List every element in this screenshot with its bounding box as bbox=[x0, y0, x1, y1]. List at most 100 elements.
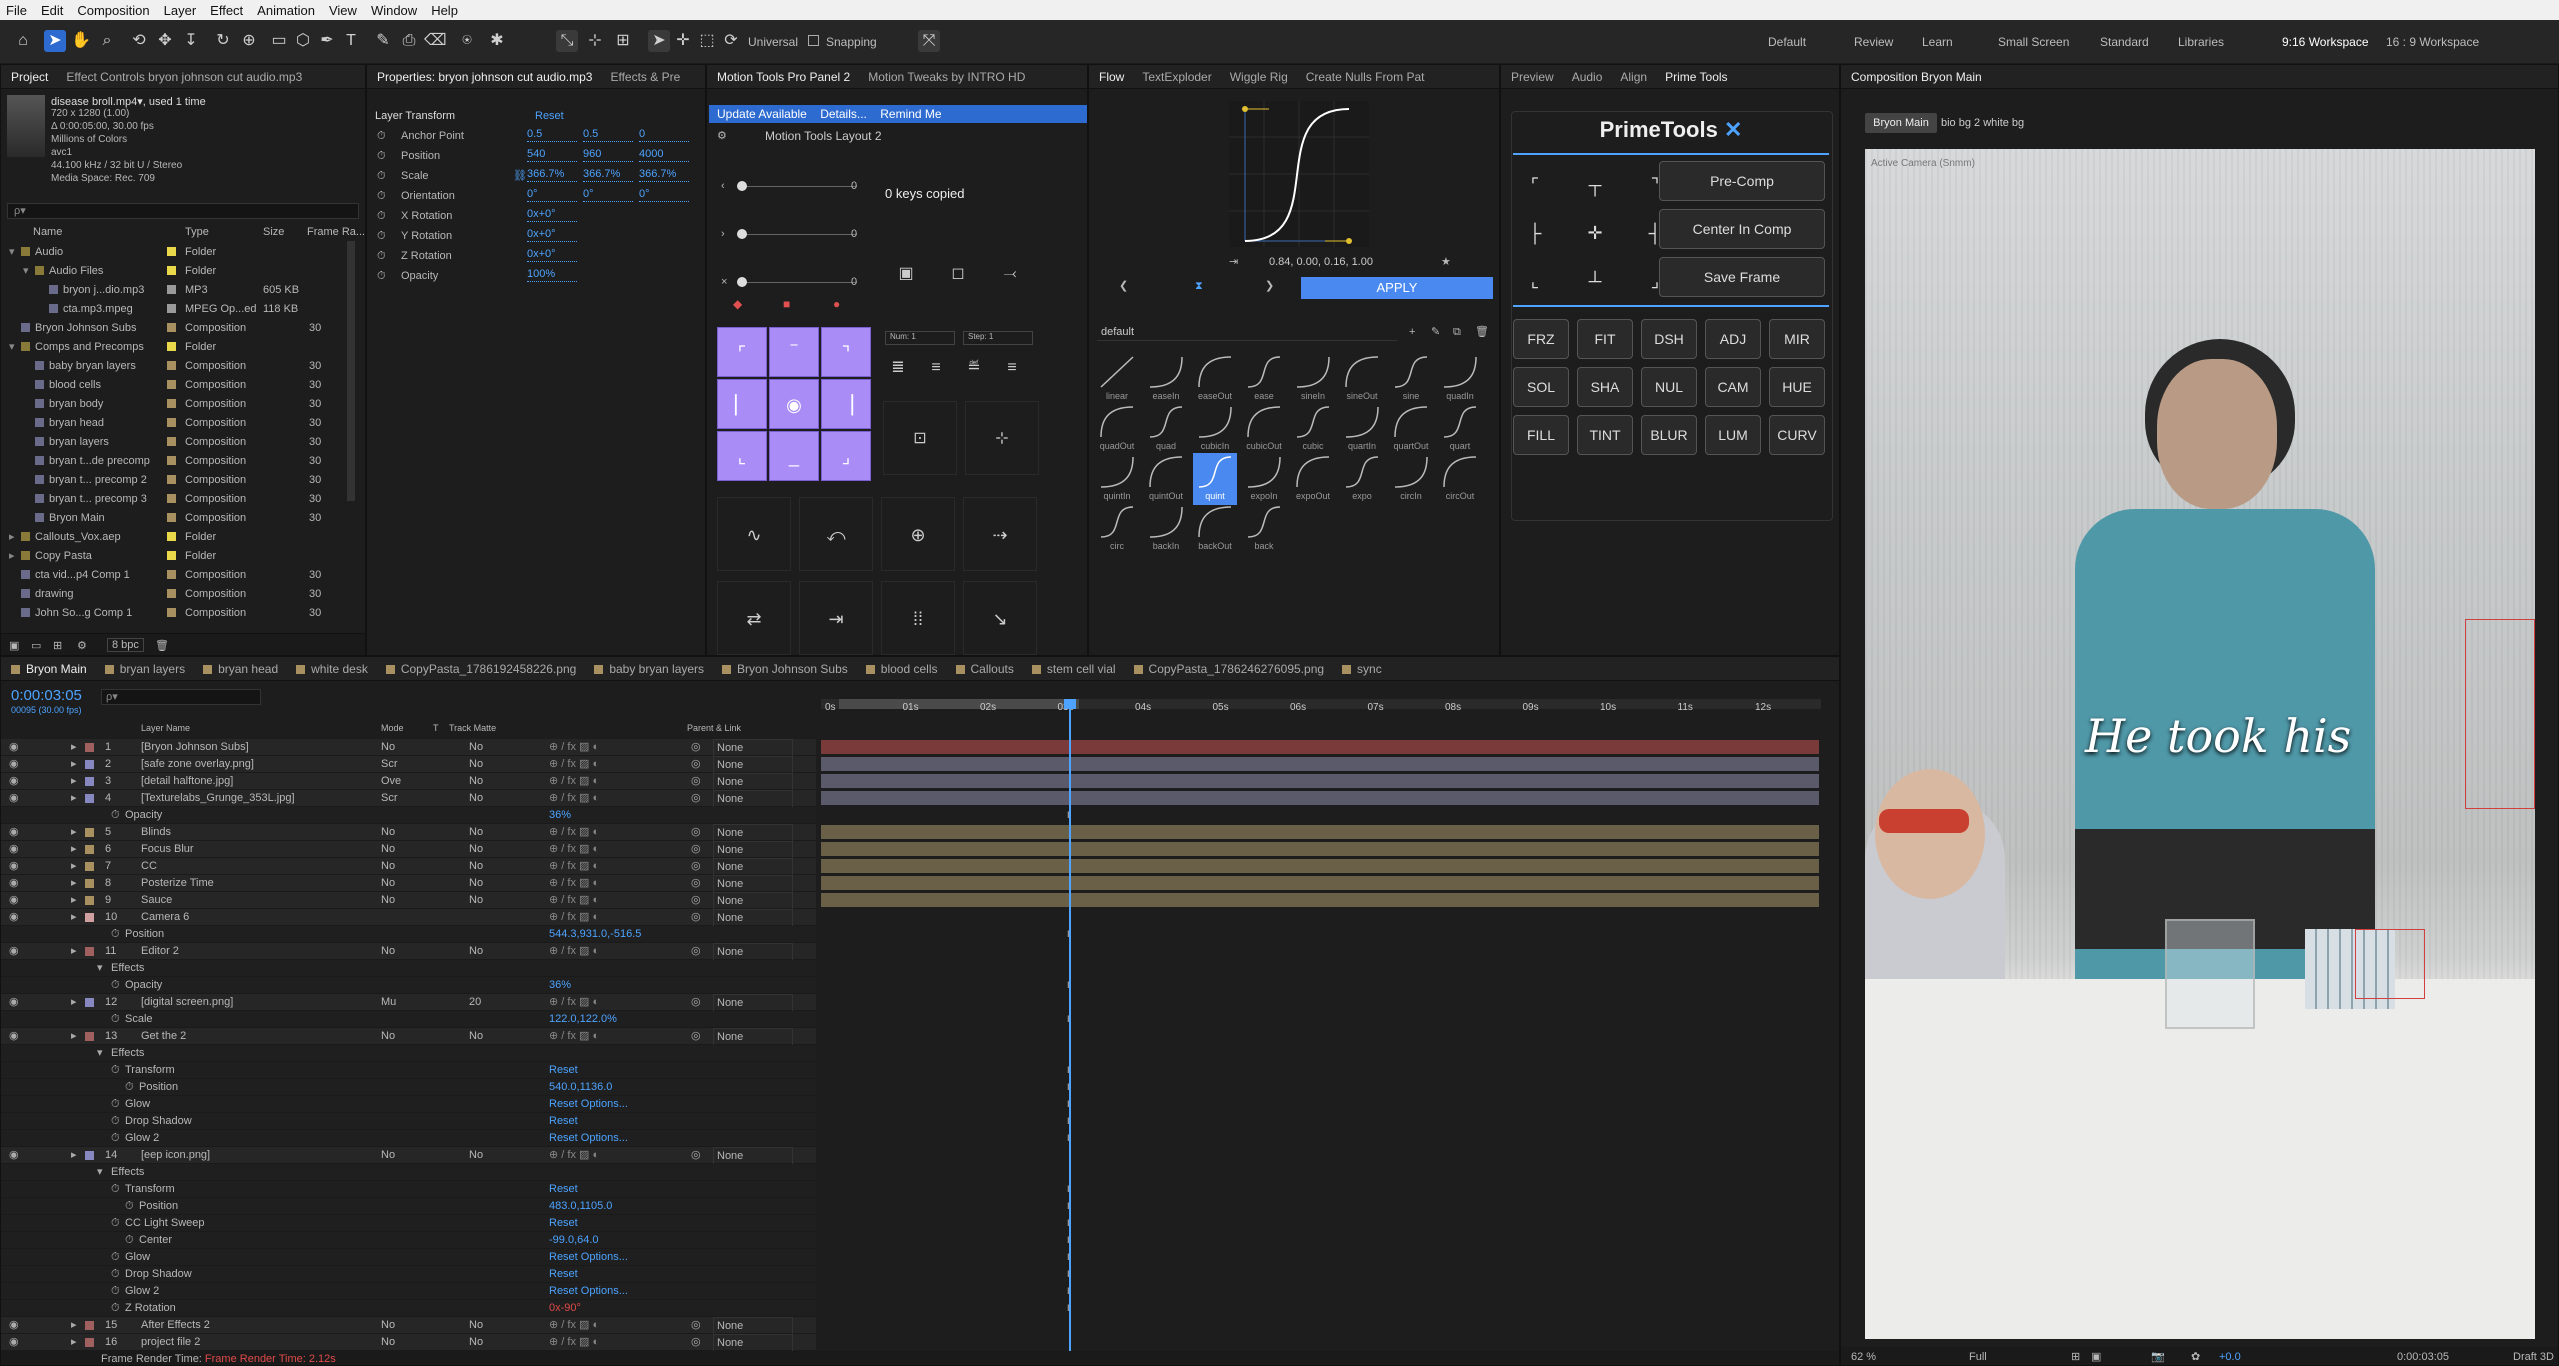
motion-tool-button[interactable]: ∿ bbox=[717, 497, 791, 571]
stopwatch-icon[interactable]: ⏱ bbox=[111, 1096, 120, 1113]
stopwatch-icon[interactable]: ⏱ bbox=[111, 807, 120, 824]
timeline-tab[interactable]: Callouts bbox=[955, 662, 1014, 676]
property-value[interactable]: 122.0,122.0% bbox=[549, 1011, 617, 1028]
keyframe-icon[interactable]: ◆ bbox=[733, 297, 742, 311]
slider-icon[interactable]: ‹ bbox=[721, 177, 725, 195]
layer-label-color[interactable] bbox=[85, 947, 94, 956]
layer-label-color[interactable] bbox=[85, 828, 94, 837]
pickwhip-icon[interactable]: ◎ bbox=[691, 1317, 701, 1334]
puppet-pin-icon[interactable]: ✱ bbox=[486, 30, 508, 52]
workspace-1[interactable]: Review bbox=[1854, 35, 1893, 49]
expand-arrow-icon[interactable]: ▸ bbox=[71, 756, 77, 773]
label-color[interactable] bbox=[167, 285, 176, 294]
eye-icon[interactable]: ◉ bbox=[9, 773, 19, 790]
stopwatch-icon[interactable]: ⏱ bbox=[377, 227, 386, 245]
switches[interactable]: ⊕ / fx ▨ ◐ bbox=[549, 1334, 599, 1351]
track-matte[interactable]: No bbox=[469, 892, 483, 909]
stopwatch-icon[interactable]: ⏱ bbox=[111, 1011, 120, 1028]
property-row[interactable]: ⏱GlowReset Options...I bbox=[1, 1249, 1070, 1266]
tab-align[interactable]: Align bbox=[1620, 70, 1647, 84]
layer-row[interactable]: ◉ ▸ 3 [detail halftone.jpg] Ove No ⊕ / fx ▨ ◐ ◎… bbox=[1, 773, 1819, 792]
expand-arrow-icon[interactable]: ▸ bbox=[71, 892, 77, 909]
layer-name[interactable]: [digital screen.png] bbox=[141, 994, 233, 1011]
clone-stamp-icon[interactable]: ⎙ bbox=[398, 30, 420, 52]
property-row[interactable]: ⏱GlowReset Options...I bbox=[1, 1096, 1070, 1113]
timeline-tab[interactable]: blood cells bbox=[865, 662, 938, 676]
layer-row[interactable]: ◉ ▸ 14 [eep icon.png] No No ⊕ / fx ▨ ◐ ◎ None bbox=[1, 1147, 816, 1166]
label-color[interactable] bbox=[167, 304, 176, 313]
universal-label[interactable]: Universal bbox=[748, 35, 798, 49]
property-row[interactable]: ⏱Position544.3,931.0,-516.5I bbox=[1, 926, 1070, 943]
exposure-value[interactable]: +0.0 bbox=[2219, 1348, 2241, 1365]
layer-label-color[interactable] bbox=[85, 760, 94, 769]
project-item[interactable]: bryan head Composition 30 bbox=[1, 414, 347, 432]
project-item[interactable]: baby bryan layers Composition 30 bbox=[1, 357, 347, 375]
layer-duration-bar[interactable] bbox=[821, 740, 1819, 754]
prop-value[interactable]: 0x+0° bbox=[527, 207, 577, 222]
expand-arrow-icon[interactable]: ▾ bbox=[97, 1045, 103, 1062]
project-item[interactable]: Bryon Main Composition 30 bbox=[1, 509, 347, 527]
eye-icon[interactable]: ◉ bbox=[9, 1334, 19, 1351]
snapping-checkbox[interactable] bbox=[808, 35, 819, 46]
zoom-tool-icon[interactable]: ⌕ bbox=[96, 30, 118, 52]
playhead-handle[interactable] bbox=[1064, 699, 1076, 709]
prop-value[interactable]: 0.5 bbox=[583, 127, 633, 142]
stopwatch-icon[interactable]: ⏱ bbox=[377, 267, 386, 285]
layer-duration-bar[interactable] bbox=[821, 825, 1819, 839]
property-row[interactable]: ⏱Position483.0,1105.0I bbox=[1, 1198, 1070, 1215]
prime-sol-button[interactable]: SOL bbox=[1513, 367, 1569, 407]
timeline-tab[interactable]: bryan layers bbox=[104, 662, 185, 676]
pickwhip-icon[interactable]: ◎ bbox=[691, 875, 701, 892]
prop-value[interactable]: 100% bbox=[527, 267, 577, 282]
apply-button[interactable]: APPLY bbox=[1301, 277, 1493, 299]
timeline-tab[interactable]: bryan head bbox=[203, 662, 278, 676]
motion-mini-button[interactable]: ⤙ bbox=[987, 251, 1033, 297]
menu-composition[interactable]: Composition bbox=[77, 3, 149, 18]
stopwatch-icon[interactable]: ⏱ bbox=[111, 1266, 120, 1283]
prev-icon[interactable]: ❮ bbox=[1119, 277, 1128, 295]
details-link[interactable]: Details... bbox=[820, 107, 867, 121]
project-item[interactable]: ▸ Callouts_Vox.aep Folder bbox=[1, 528, 347, 546]
expand-arrow-icon[interactable]: ▸ bbox=[71, 943, 77, 960]
layer-row[interactable]: ◉ ▸ 7 CC No No ⊕ / fx ▨ ◐ ◎ None bbox=[1, 858, 1819, 877]
new-folder-icon[interactable]: ▭ bbox=[31, 639, 41, 652]
switches[interactable]: ⊕ / fx ▨ ◐ bbox=[549, 1028, 599, 1045]
bpc-button[interactable]: 8 bpc bbox=[107, 638, 144, 652]
slider-knob[interactable] bbox=[737, 181, 747, 191]
timeline-tab[interactable]: Bryon Johnson Subs bbox=[722, 662, 848, 676]
timeline-tab[interactable]: CopyPasta_1786246276095.png bbox=[1133, 662, 1324, 676]
prop-value[interactable]: 366.7% bbox=[583, 167, 633, 182]
prime-hue-button[interactable]: HUE bbox=[1769, 367, 1825, 407]
link-icon[interactable]: ⛓ bbox=[513, 167, 527, 185]
layer-name[interactable]: project file 2 bbox=[141, 1334, 200, 1351]
slider-knob[interactable] bbox=[737, 277, 747, 287]
property-row[interactable]: ▾ Effects bbox=[1, 960, 816, 977]
stopwatch-icon[interactable]: ⏱ bbox=[377, 167, 386, 185]
prime-sha-button[interactable]: SHA bbox=[1577, 367, 1633, 407]
easing-back[interactable]: back bbox=[1242, 503, 1286, 555]
easing-cubicIn[interactable]: cubicIn bbox=[1193, 403, 1237, 455]
switches[interactable]: ⊕ / fx ▨ ◐ bbox=[549, 892, 599, 909]
switches[interactable]: ⊕ / fx ▨ ◐ bbox=[549, 841, 599, 858]
next-icon[interactable]: ❯ bbox=[1265, 277, 1274, 295]
tab-preview[interactable]: Preview bbox=[1511, 70, 1554, 84]
layer-label-color[interactable] bbox=[85, 879, 94, 888]
selection-tool-icon[interactable]: ➤ bbox=[44, 30, 66, 52]
pickwhip-icon[interactable]: ◎ bbox=[691, 858, 701, 875]
property-value[interactable]: Reset Options... bbox=[549, 1249, 628, 1266]
motion-tool-button[interactable]: ⊹ bbox=[965, 401, 1039, 475]
workspace-7[interactable]: 16 : 9 Workspace bbox=[2386, 35, 2479, 49]
preset-dropdown[interactable]: default bbox=[1097, 323, 1397, 341]
property-value[interactable]: Reset Options... bbox=[549, 1130, 628, 1147]
layer-duration-bar[interactable] bbox=[821, 791, 1819, 805]
tab-composition[interactable]: Composition Bryon Main bbox=[1851, 70, 1982, 84]
property-row[interactable]: ⏱Glow 2Reset Options...I bbox=[1, 1130, 1070, 1147]
property-value[interactable]: 540.0,1136.0 bbox=[549, 1079, 612, 1096]
track-matte[interactable]: No bbox=[469, 790, 483, 807]
layer-row[interactable]: ◉ ▸ 16 project file 2 No No ⊕ / fx ▨ ◐ ◎ None bbox=[1, 1334, 816, 1353]
prime-fill-button[interactable]: FILL bbox=[1513, 415, 1569, 455]
move-cross-icon[interactable]: ✛ bbox=[672, 30, 694, 52]
eye-icon[interactable]: ◉ bbox=[9, 1147, 19, 1164]
layer-mode[interactable]: No bbox=[381, 892, 395, 909]
brush-tool-icon[interactable]: ✎ bbox=[372, 30, 394, 52]
